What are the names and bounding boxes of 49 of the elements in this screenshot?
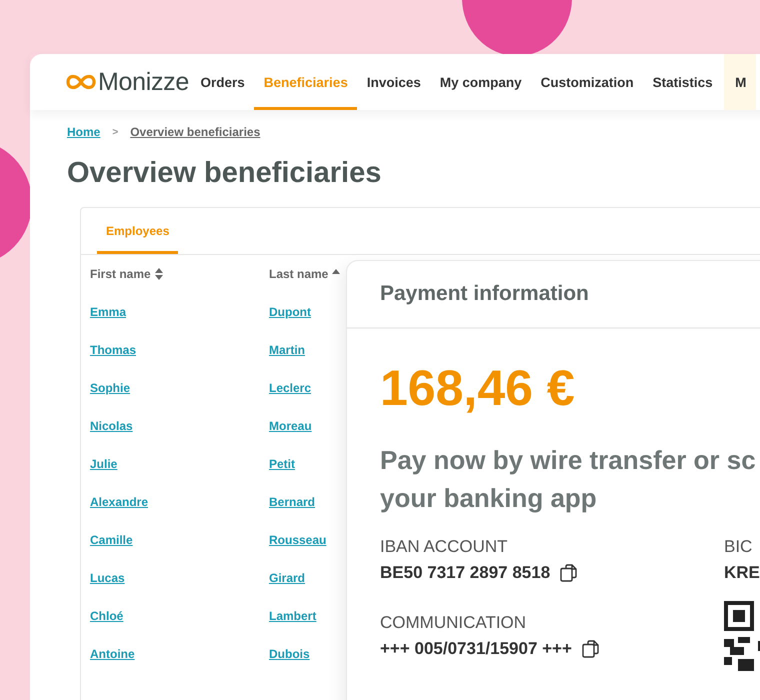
field-label: IBAN ACCOUNT xyxy=(380,537,509,557)
nav-item[interactable]: My company xyxy=(430,54,532,110)
breadcrumb-separator: > xyxy=(112,126,118,138)
sort-ascending-icon[interactable] xyxy=(332,268,340,274)
field-value: KRE xyxy=(724,563,760,583)
field-label: BIC xyxy=(724,537,754,557)
nav-item[interactable]: Statistics xyxy=(643,54,722,110)
infinity-logo-icon xyxy=(66,74,96,90)
table-cell-link[interactable]: Chloé xyxy=(90,609,124,623)
brand-name[interactable]: Monizze xyxy=(98,68,189,96)
table-cell-link[interactable]: Camille xyxy=(90,533,133,547)
card-title: Payment information xyxy=(380,282,589,306)
table-cell-link[interactable]: Rousseau xyxy=(269,533,326,547)
copy-icon[interactable] xyxy=(580,640,599,658)
table-cell-link[interactable]: Petit xyxy=(269,457,296,471)
column-header[interactable]: Last name xyxy=(269,267,328,281)
table-cell-link[interactable]: Girard xyxy=(269,571,306,585)
nav-item[interactable]: Orders xyxy=(191,54,254,110)
page-title: Overview beneficiaries xyxy=(67,157,382,190)
breadcrumb-link[interactable]: Overview beneficiaries xyxy=(130,125,260,139)
sort-icon[interactable] xyxy=(154,268,163,280)
breadcrumb-link[interactable]: Home xyxy=(67,125,100,139)
table-cell-link[interactable]: Martin xyxy=(269,343,305,357)
copy-icon[interactable] xyxy=(559,564,578,582)
table-cell-link[interactable]: Lucas xyxy=(90,571,125,585)
amount: 168,46 € xyxy=(380,363,576,413)
table-cell-link[interactable]: Emma xyxy=(90,305,126,319)
table-cell-link[interactable]: Lambert xyxy=(269,609,316,623)
table-cell-link[interactable]: Alexandre xyxy=(90,495,148,509)
table-cell-link[interactable]: Julie xyxy=(90,457,118,471)
field-value: BE50 7317 2897 8518 xyxy=(380,563,550,583)
tab[interactable]: Employees xyxy=(97,208,178,254)
nav-item[interactable]: Beneficiaries xyxy=(254,54,358,110)
table-cell-link[interactable]: Moreau xyxy=(269,419,312,433)
nav-item[interactable]: Invoices xyxy=(357,54,430,110)
table-cell-link[interactable]: Nicolas xyxy=(90,419,133,433)
table-cell-link[interactable]: Dubois xyxy=(269,647,310,661)
table-cell-link[interactable]: Antoine xyxy=(90,647,135,661)
table-cell-link[interactable]: Sophie xyxy=(90,381,130,395)
table-cell-link[interactable]: Leclerc xyxy=(269,381,312,395)
table-cell-link[interactable]: Dupont xyxy=(269,305,311,319)
table-cell-link[interactable]: Thomas xyxy=(90,343,136,357)
field-value: +++ 005/0731/15907 +++ xyxy=(380,639,572,659)
instruction-text: Pay now by wire transfer or sc your banking app xyxy=(380,444,757,515)
field-label: COMMUNICATION xyxy=(380,613,528,633)
nav-item[interactable]: Customization xyxy=(531,54,644,110)
column-header[interactable]: First name xyxy=(90,267,151,281)
table-cell-link[interactable]: Bernard xyxy=(269,495,316,509)
nav-item[interactable]: M xyxy=(724,54,756,110)
